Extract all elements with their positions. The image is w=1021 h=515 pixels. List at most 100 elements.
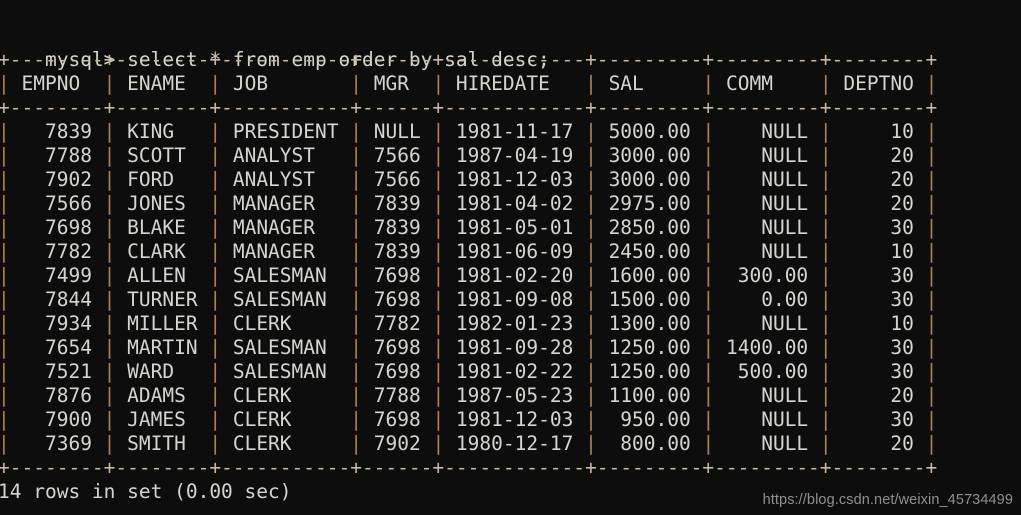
column-separator: | [585, 336, 597, 359]
row-cell-empno: 7499 [9, 264, 104, 287]
row-cell-mgr: 7788 [361, 384, 433, 407]
row-cell-comm: NULL [714, 384, 820, 407]
row-cell-empno: 7900 [9, 408, 104, 431]
row-cell-mgr: 7566 [361, 168, 433, 191]
column-separator: | [209, 312, 222, 335]
column-separator: | [585, 144, 597, 167]
row-cell-hiredate: 1981-06-09 [444, 240, 586, 263]
column-separator: | [209, 240, 222, 263]
column-separator: | [819, 384, 832, 407]
column-separator: | [585, 408, 597, 431]
column-separator: | [925, 216, 938, 239]
column-separator: | [0, 168, 10, 191]
row-cell-comm: NULL [714, 408, 820, 431]
query-result-output: +--------+--------+-----------+------+--… [0, 48, 937, 504]
column-separator: | [925, 192, 938, 215]
column-separator: | [432, 240, 445, 263]
column-separator: | [925, 72, 938, 95]
table-row: | 7566 | JONES | MANAGER | 7839 | 1981-0… [0, 192, 937, 216]
row-cell-comm: NULL [714, 120, 820, 143]
row-cell-sal: 5000.00 [596, 120, 703, 143]
row-cell-deptno: 30 [831, 216, 926, 239]
column-separator: | [585, 312, 597, 335]
table-row: | 7369 | SMITH | CLERK | 7902 | 1980-12-… [0, 432, 937, 456]
column-separator: | [0, 216, 10, 239]
column-separator: | [702, 144, 715, 167]
row-cell-sal: 950.00 [596, 408, 703, 431]
column-separator: | [585, 168, 597, 191]
table-border-top: +--------+--------+-----------+------+--… [0, 48, 938, 71]
column-separator: | [209, 264, 222, 287]
header-cell-mgr: MGR [361, 72, 433, 95]
column-separator: | [585, 432, 597, 455]
column-separator: | [0, 360, 10, 383]
row-cell-mgr: 7698 [361, 288, 433, 311]
row-cell-sal: 1600.00 [596, 264, 703, 287]
column-separator: | [925, 408, 938, 431]
column-separator: | [925, 240, 938, 263]
column-separator: | [702, 312, 715, 335]
row-cell-ename: TURNER [115, 288, 210, 311]
column-separator: | [925, 144, 938, 167]
row-cell-deptno: 20 [831, 384, 926, 407]
table-border-header: +--------+--------+-----------+------+--… [0, 96, 938, 119]
column-separator: | [103, 216, 116, 239]
column-separator: | [432, 432, 445, 455]
header-cell-hiredate: HIREDATE [444, 72, 586, 95]
column-separator: | [0, 336, 10, 359]
row-cell-comm: 0.00 [714, 288, 820, 311]
column-separator: | [819, 312, 832, 335]
row-cell-empno: 7782 [9, 240, 104, 263]
column-separator: | [103, 336, 116, 359]
row-cell-hiredate: 1980-12-17 [444, 432, 586, 455]
table-row: | 7839 | KING | PRESIDENT | NULL | 1981-… [0, 120, 937, 144]
row-cell-mgr: 7839 [361, 192, 433, 215]
column-separator: | [819, 360, 832, 383]
row-cell-sal: 1250.00 [596, 336, 703, 359]
column-separator: | [925, 384, 938, 407]
row-cell-hiredate: 1987-05-23 [444, 384, 586, 407]
row-cell-ename: FORD [115, 168, 210, 191]
column-separator: | [209, 408, 222, 431]
row-cell-mgr: 7698 [361, 408, 433, 431]
column-separator: | [702, 168, 715, 191]
column-separator: | [432, 360, 445, 383]
column-separator: | [432, 336, 445, 359]
column-separator: | [585, 384, 597, 407]
row-cell-deptno: 30 [831, 336, 926, 359]
column-separator: | [350, 312, 362, 335]
column-separator: | [925, 168, 938, 191]
row-cell-job: PRESIDENT [221, 120, 351, 143]
column-separator: | [350, 120, 362, 143]
row-cell-comm: NULL [714, 192, 820, 215]
column-separator: | [819, 432, 832, 455]
row-cell-comm: NULL [714, 216, 820, 239]
column-separator: | [432, 216, 445, 239]
column-separator: | [350, 408, 362, 431]
column-separator: | [702, 384, 715, 407]
row-cell-hiredate: 1981-05-01 [444, 216, 586, 239]
column-separator: | [209, 168, 222, 191]
column-separator: | [103, 240, 116, 263]
row-cell-hiredate: 1981-04-02 [444, 192, 586, 215]
terminal-window[interactable]: mysql> select * from emp order by sal de… [0, 0, 1021, 515]
column-separator: | [432, 408, 445, 431]
column-separator: | [819, 288, 832, 311]
row-cell-job: MANAGER [221, 216, 351, 239]
column-separator: | [350, 192, 362, 215]
row-cell-sal: 3000.00 [596, 144, 703, 167]
row-cell-comm: NULL [714, 144, 820, 167]
column-separator: | [819, 120, 832, 143]
column-separator: | [819, 144, 832, 167]
row-cell-job: SALESMAN [221, 264, 351, 287]
column-separator: | [585, 216, 597, 239]
column-separator: | [350, 240, 362, 263]
column-separator: | [0, 144, 10, 167]
table-body: | 7839 | KING | PRESIDENT | NULL | 1981-… [0, 120, 937, 456]
table-row: | 7900 | JAMES | CLERK | 7698 | 1981-12-… [0, 408, 937, 432]
row-cell-comm: 1400.00 [714, 336, 820, 359]
column-separator: | [925, 336, 938, 359]
row-cell-comm: NULL [714, 432, 820, 455]
row-cell-comm: NULL [714, 240, 820, 263]
column-separator: | [103, 72, 116, 95]
